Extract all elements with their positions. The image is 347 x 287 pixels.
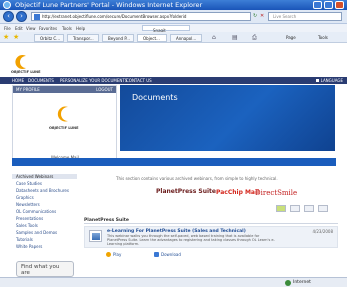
nav-documents[interactable]: DOCUMENTS <box>28 78 54 83</box>
brand-name: OBJECTIF LUNE <box>11 70 41 74</box>
logout-link[interactable]: LOGOUT <box>96 87 113 92</box>
intro-text: This section contains various archived w… <box>116 176 278 181</box>
address-input[interactable]: http://extranet.objectiflune.com/secure/… <box>31 12 251 21</box>
course-actions: Play Download <box>106 252 286 260</box>
accent-bar <box>12 158 336 166</box>
security-zone: Internet <box>285 280 311 286</box>
sidebar-item-samples-demos[interactable]: Samples and Demos <box>16 230 57 235</box>
filter-sort-icon[interactable] <box>318 205 328 212</box>
section-title: PlanetPress Suite <box>84 218 338 224</box>
my-profile-link[interactable]: MY PROFILE <box>16 87 40 92</box>
sidebar-item-white-papers[interactable]: White Papers <box>16 244 42 249</box>
profile-panel: MY PROFILE LOGOUT OBJECTIF LUNE Welcome … <box>12 85 117 163</box>
menu-bar: File Edit View Favorites Tools Help Snag… <box>0 24 347 33</box>
course-date: 4/23/2008 <box>312 229 333 234</box>
home-icon[interactable]: ⌂ <box>212 34 216 41</box>
refresh-icon[interactable]: ↻ <box>253 13 257 19</box>
sidebar-item-sales-tools[interactable]: Sales Tools <box>16 223 38 228</box>
stop-icon[interactable]: ✕ <box>260 13 264 19</box>
search-placeholder: Live Search <box>273 14 297 19</box>
search-input[interactable]: Live Search <box>268 12 342 21</box>
find-box-text: Find what you are <box>21 264 60 276</box>
objectif-lune-logo <box>15 55 26 69</box>
view-filter-row <box>234 205 338 213</box>
sidebar-item-case-studies[interactable]: Case Studies <box>16 181 42 186</box>
maximize-button[interactable] <box>324 1 333 9</box>
filter-grid-icon[interactable] <box>304 205 314 212</box>
forward-button[interactable]: › <box>16 11 27 22</box>
profile-header: MY PROFILE LOGOUT <box>13 86 116 93</box>
minimize-button[interactable] <box>313 1 322 9</box>
page-viewport: OBJECTIF LUNE HOME DOCUMENTS PERSONALIZE… <box>0 43 347 277</box>
tools-menu[interactable]: Tools <box>318 35 328 40</box>
snagit-toolbar[interactable]: Snagit <box>142 25 190 33</box>
tab-orbitz[interactable]: Orbitz C... <box>34 34 64 42</box>
documents-banner: Documents <box>120 85 335 151</box>
sidebar-item-presentations[interactable]: Presentations <box>16 216 43 221</box>
feeds-icon[interactable]: ▤ <box>232 34 238 41</box>
url-text: http://extranet.objectiflune.com/secure/… <box>42 14 187 19</box>
course-row[interactable]: e-Learning For PlanetPress Suite (Sales … <box>84 226 338 248</box>
tab-objectif[interactable]: Object... <box>137 34 167 42</box>
filter-all-icon[interactable] <box>276 205 286 212</box>
menu-edit[interactable]: Edit <box>15 26 23 31</box>
window-titlebar: Objectif Lune Partners' Portal - Windows… <box>0 0 347 10</box>
nav-home[interactable]: HOME <box>12 78 24 83</box>
window-title: Objectif Lune Partners' Portal - Windows… <box>15 1 203 9</box>
page-menu[interactable]: Page <box>286 35 296 40</box>
nav-contact[interactable]: CONTACT US <box>126 78 152 83</box>
tabs-bar: ★ ★ Orbitz C... Transpor... Beyond P... … <box>0 32 347 43</box>
sidebar-item-graphics[interactable]: Graphics <box>16 195 34 200</box>
course-thumbnail <box>89 230 102 242</box>
download-button[interactable]: Download <box>154 252 181 257</box>
directsmile-logo[interactable]: DirectSmile <box>255 189 297 197</box>
sidebar-item-ol-communications[interactable]: OL Communications <box>16 209 56 214</box>
profile-logo <box>57 106 68 122</box>
tab-annapolis[interactable]: Annapol... <box>170 34 202 42</box>
pacchip-logo[interactable]: PacChip Mail <box>216 189 259 196</box>
add-favorite-icon[interactable]: ★ <box>13 33 19 41</box>
status-bar: Internet <box>0 277 347 287</box>
print-icon[interactable]: ⎙ <box>252 34 257 42</box>
filter-list-icon[interactable] <box>290 205 300 212</box>
planetpress-logo[interactable]: PlanetPress Suite <box>156 188 216 195</box>
nav-personalize[interactable]: PERSONALIZE YOUR DOCUMENTS <box>60 78 127 83</box>
window-controls <box>313 1 344 9</box>
back-button[interactable]: ‹ <box>3 11 14 22</box>
address-toolbar: ‹ › http://extranet.objectiflune.com/sec… <box>0 10 347 24</box>
tab-beyond[interactable]: Beyond P... <box>102 34 134 42</box>
favorites-star-icon[interactable]: ★ <box>3 33 9 41</box>
menu-tools[interactable]: Tools <box>62 26 72 31</box>
language-button[interactable]: LANGUAGE <box>315 78 343 83</box>
profile-brand-name: OBJECTIF LUNE <box>49 126 79 130</box>
sidebar-item-tutorials[interactable]: Tutorials <box>16 237 33 242</box>
menu-favorites[interactable]: Favorites <box>39 26 57 31</box>
content-area: This section contains various archived w… <box>84 172 338 277</box>
internet-explorer-icon <box>3 1 11 9</box>
course-description: This webinar walks you through the self-… <box>107 234 275 246</box>
sidebar-item-archived-webinars[interactable]: Archived Webinars <box>12 174 77 179</box>
play-button[interactable]: Play <box>106 252 121 257</box>
sidebar-item-datasheets[interactable]: Datasheets and Brochures <box>16 188 69 193</box>
menu-view[interactable]: View <box>26 26 36 31</box>
menu-file[interactable]: File <box>4 26 11 31</box>
tab-transport[interactable]: Transpor... <box>67 34 99 42</box>
menu-help[interactable]: Help <box>76 26 85 31</box>
site-nav: HOME DOCUMENTS PERSONALIZE YOUR DOCUMENT… <box>0 77 347 84</box>
banner-title: Documents <box>132 93 178 102</box>
page-favicon <box>34 14 40 20</box>
find-box: Find what you are <box>16 261 74 277</box>
sidebar-item-newsletters[interactable]: Newsletters <box>16 202 40 207</box>
close-window-button[interactable] <box>335 1 344 9</box>
